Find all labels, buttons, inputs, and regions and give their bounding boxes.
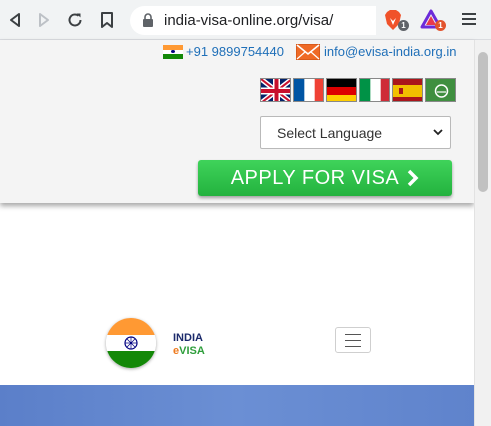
back-button[interactable] bbox=[4, 9, 26, 31]
browser-menu-button[interactable] bbox=[462, 11, 476, 27]
brave-shields-button[interactable]: 1 bbox=[383, 9, 409, 31]
apply-for-visa-button[interactable]: APPLY FOR VISA bbox=[198, 160, 452, 196]
bookmark-icon bbox=[101, 12, 113, 28]
url-text: india-visa-online.org/visa/ bbox=[164, 12, 334, 29]
forward-arrow-icon bbox=[39, 13, 49, 27]
language-select-label: Select Language bbox=[277, 125, 383, 141]
italy-flag-icon[interactable] bbox=[359, 78, 390, 102]
uk-flag-icon[interactable] bbox=[260, 78, 291, 102]
rewards-badge: 1 bbox=[435, 20, 446, 31]
page-scrollbar[interactable] bbox=[474, 40, 491, 426]
ashoka-chakra-icon bbox=[124, 336, 138, 350]
spain-flag-icon[interactable] bbox=[392, 78, 423, 102]
web-page: +91 9899754440 info@evisa-india.org.in S… bbox=[0, 40, 474, 426]
mail-icon bbox=[296, 44, 320, 60]
browser-toolbar: india-visa-online.org/visa/ 1 1 bbox=[0, 0, 491, 40]
apply-button-label: APPLY FOR VISA bbox=[230, 166, 400, 189]
brave-badge: 1 bbox=[398, 20, 409, 31]
india-flag-icon bbox=[163, 45, 183, 59]
chevron-right-icon bbox=[408, 169, 419, 187]
logo-text-india: INDIA bbox=[173, 332, 203, 344]
germany-flag-icon[interactable] bbox=[326, 78, 357, 102]
phone-link[interactable]: +91 9899754440 bbox=[186, 44, 284, 59]
lock-icon bbox=[143, 13, 153, 27]
address-bar[interactable]: india-visa-online.org/visa/ bbox=[130, 6, 376, 35]
language-select[interactable]: Select Language bbox=[260, 116, 451, 149]
india-evisa-logo[interactable] bbox=[106, 318, 156, 368]
reload-button[interactable] bbox=[64, 9, 86, 31]
language-flags bbox=[260, 78, 456, 103]
forward-button[interactable] bbox=[33, 9, 55, 31]
hero-banner bbox=[0, 385, 474, 426]
brave-rewards-button[interactable]: 1 bbox=[420, 9, 446, 31]
bookmark-button[interactable] bbox=[96, 9, 118, 31]
site-header: +91 9899754440 info@evisa-india.org.in S… bbox=[0, 40, 474, 203]
nav-menu-toggle[interactable] bbox=[335, 327, 371, 353]
arabic-flag-icon[interactable] bbox=[425, 78, 456, 102]
logo-text-evisa: eVISA bbox=[173, 345, 205, 357]
chevron-down-icon bbox=[433, 129, 443, 136]
email-link[interactable]: info@evisa-india.org.in bbox=[324, 44, 456, 59]
back-arrow-icon bbox=[10, 13, 20, 27]
france-flag-icon[interactable] bbox=[293, 78, 324, 102]
reload-icon bbox=[68, 13, 82, 27]
scrollbar-thumb[interactable] bbox=[478, 52, 488, 192]
